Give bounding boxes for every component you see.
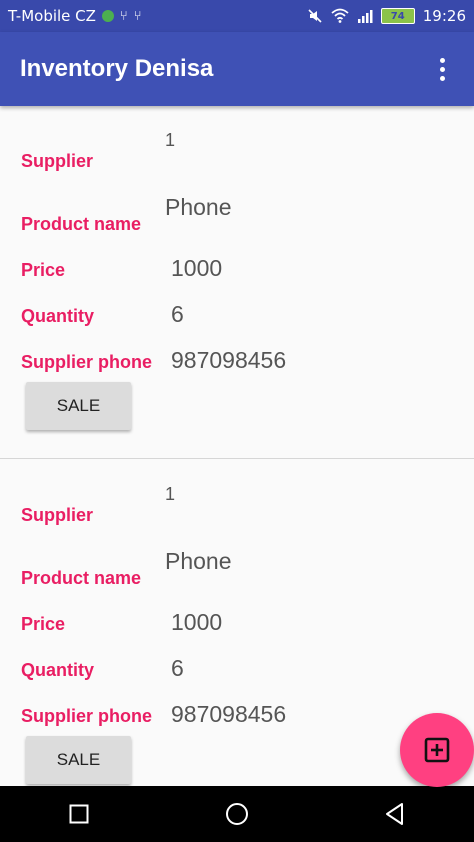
back-button[interactable] [375,794,415,834]
product-name-value: Phone [165,548,232,574]
product-name-label: Product name [21,568,142,588]
supplier-phone-value: 987098456 [171,347,287,373]
sale-button[interactable]: SALE [26,736,131,784]
price-label: Price [21,260,66,280]
supplier-value: 1 [165,484,176,504]
supplier-phone-value: 987098456 [171,701,287,727]
clock: 19:26 [422,7,466,25]
quantity-value: 6 [171,655,184,681]
quantity-label: Quantity [21,306,95,326]
battery-icon: 74 [380,8,415,24]
add-box-icon [424,737,450,763]
quantity-value: 6 [171,301,184,327]
add-product-button[interactable] [400,713,474,787]
signal-icon [357,10,373,23]
supplier-phone-label: Supplier phone [21,352,153,372]
wifi-icon [331,8,349,23]
app-bar: Inventory Denisa [0,32,474,106]
quantity-label: Quantity [21,660,95,680]
product-name-label: Product name [21,214,142,234]
supplier-value: 1 [165,130,176,150]
inventory-list[interactable]: 1 Supplier Phone Product name Price 1000… [0,106,474,786]
navigation-bar [0,786,474,842]
divider [0,458,474,459]
price-value: 1000 [171,255,223,281]
usb-debug-icon: ⑂ [133,8,142,24]
recents-button[interactable] [59,794,99,834]
supplier-phone-label: Supplier phone [21,706,153,726]
price-label: Price [21,614,66,634]
home-button[interactable] [217,794,257,834]
list-item: 1 Supplier Phone Product name Price 1000… [0,106,474,460]
overflow-menu-icon[interactable] [430,54,454,84]
mute-icon [308,9,322,23]
square-icon [69,804,89,824]
supplier-label: Supplier [21,505,94,525]
globe-icon [101,10,114,22]
supplier-label: Supplier [21,151,94,171]
price-value: 1000 [171,609,223,635]
back-triangle-icon [386,803,403,825]
status-bar: T-Mobile CZ ⑂ ⑂ 74 19:26 [0,0,474,32]
app-title: Inventory Denisa [20,55,214,82]
circle-icon [226,803,248,825]
product-name-value: Phone [165,194,232,220]
usb-icon: ⑂ [119,8,128,24]
sale-button[interactable]: SALE [26,382,131,430]
carrier-label: T-Mobile CZ [8,7,96,25]
